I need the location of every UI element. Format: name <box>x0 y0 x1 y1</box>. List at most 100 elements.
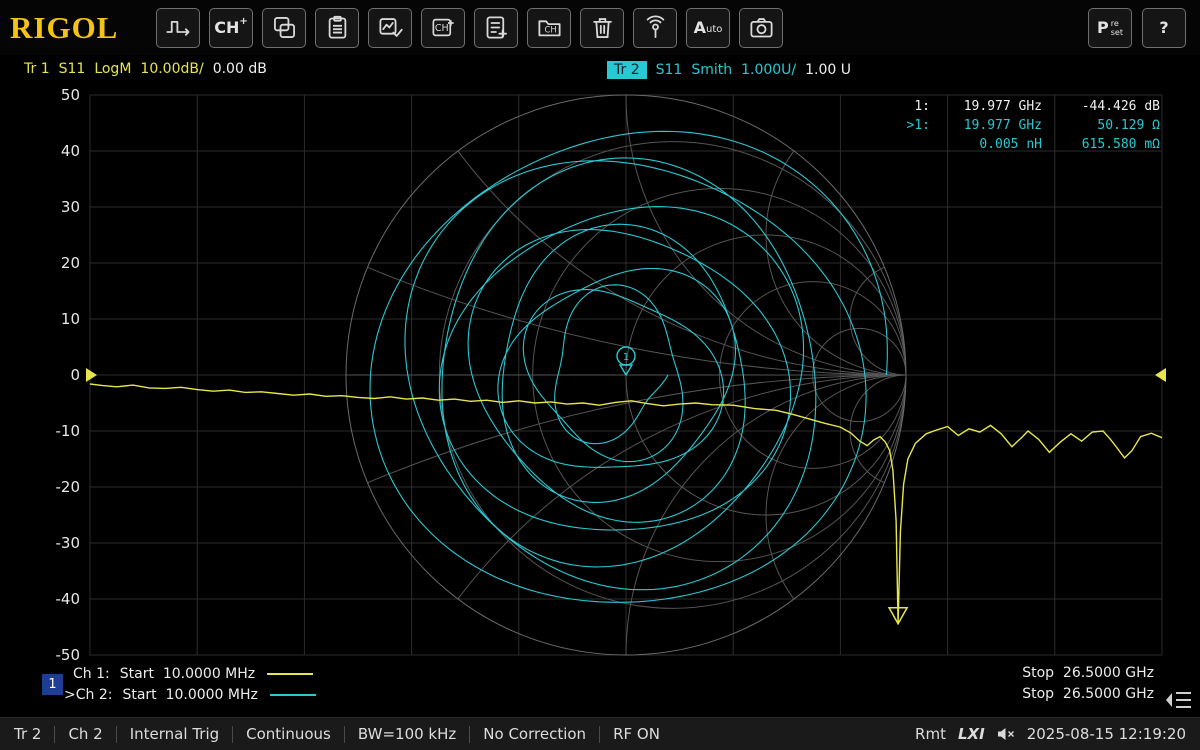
trace1-format: LogM <box>94 61 131 77</box>
toolbar-buttons: CH+CHCHAuto <box>156 8 783 48</box>
trace2-active-badge[interactable]: Tr 2 <box>607 61 647 79</box>
trace1-measurement: S11 <box>59 61 86 77</box>
status-item-internal-trig[interactable]: Internal Trig <box>130 725 219 743</box>
mute-icon[interactable] <box>997 727 1015 741</box>
clipboard-icon <box>324 14 351 41</box>
channel2-stop: Stop 26.5000 GHz <box>1022 684 1154 705</box>
add-channel-button[interactable]: CH+ <box>209 8 253 48</box>
preset-label: P <box>1097 18 1109 37</box>
status-item-ch-2[interactable]: Ch 2 <box>68 725 102 743</box>
screenshot-button[interactable] <box>739 8 783 48</box>
trace2-color-swatch <box>270 694 316 696</box>
menu-expand-icon[interactable] <box>1164 688 1194 712</box>
trash-icon <box>589 14 616 41</box>
add-list-button[interactable] <box>474 8 518 48</box>
svg-text:-30: -30 <box>56 534 81 552</box>
svg-text:-50: -50 <box>56 646 81 664</box>
svg-text:1: 1 <box>623 352 629 363</box>
help-button[interactable]: ? <box>1142 8 1186 48</box>
status-bar: Tr 2 Ch 2 Internal Trig Continuous BW=100 kH… <box>0 717 1200 750</box>
trace2-scale: 1.000U/ <box>741 62 796 78</box>
preset-stack: reset <box>1111 19 1123 37</box>
divider <box>232 726 233 743</box>
trace2-format: Smith <box>691 62 732 78</box>
svg-text:50: 50 <box>61 86 80 104</box>
status-items: Tr 2 Ch 2 Internal Trig Continuous BW=100 kH… <box>14 725 660 743</box>
divider <box>469 726 470 743</box>
trace-info-row: Tr 1 S11 LogM 10.00dB/ 0.00 dB Tr 2 S11 … <box>0 61 1200 83</box>
logmag-marker-1[interactable] <box>889 608 907 624</box>
touch-gesture-button[interactable] <box>633 8 677 48</box>
svg-text:30: 30 <box>61 198 80 216</box>
marker-readout-row: 0.005 nH615.580 mΩ <box>894 135 1160 154</box>
status-right: Rmt LXI 2025-08-15 12:19:20 <box>915 725 1186 743</box>
channel1-start: Start 10.0000 MHz <box>120 666 255 682</box>
trace-settings-button[interactable] <box>368 8 412 48</box>
svg-text:-10: -10 <box>56 422 81 440</box>
svg-text:40: 40 <box>61 142 80 160</box>
copy-channel-button[interactable]: CH <box>421 8 465 48</box>
status-item-rf-on[interactable]: RF ON <box>613 725 660 743</box>
rect-grid <box>90 95 1162 655</box>
divider <box>54 726 55 743</box>
touch-icon <box>642 14 669 41</box>
window-layout-button[interactable] <box>262 8 306 48</box>
chart-check-icon <box>377 14 404 41</box>
ref-level-arrow-left[interactable] <box>86 368 97 382</box>
svg-text:20: 20 <box>61 254 80 272</box>
add-channel-label: CH <box>214 18 239 37</box>
trace2-measurement: S11 <box>656 62 683 78</box>
measure-waveform-button[interactable] <box>156 8 200 48</box>
delete-button[interactable] <box>580 8 624 48</box>
trace2-info[interactable]: Tr 2 S11 Smith 1.000U/ 1.00 U <box>607 61 851 79</box>
folder-ch-icon: CH <box>536 14 563 41</box>
status-item-continuous[interactable]: Continuous <box>246 725 331 743</box>
auto-scale-button[interactable]: Auto <box>686 8 730 48</box>
preset-button[interactable]: Preset <box>1088 8 1132 48</box>
channel-row-1[interactable]: Ch 1: Start 10.0000 MHz <box>64 663 316 684</box>
waveform-icon <box>165 14 192 41</box>
svg-text:CH: CH <box>434 23 448 34</box>
status-item-bw-100-khz[interactable]: BW=100 kHz <box>358 725 456 743</box>
auto-scale-sub: uto <box>706 24 722 35</box>
channel1-name: Ch 1: <box>73 666 110 682</box>
auto-scale-label: A <box>694 18 706 37</box>
trace1-info[interactable]: Tr 1 S11 LogM 10.00dB/ 0.00 dB <box>24 61 267 77</box>
window-badge[interactable]: 1 <box>42 674 63 695</box>
status-item-tr-2[interactable]: Tr 2 <box>14 725 41 743</box>
svg-text:10: 10 <box>61 310 80 328</box>
y-axis-labels: 50 40 30 20 10 0 -10 -20 -30 -40 -50 <box>56 86 81 664</box>
status-item-no-correction[interactable]: No Correction <box>483 725 586 743</box>
layout-icon <box>271 14 298 41</box>
svg-text:-40: -40 <box>56 590 81 608</box>
smith-marker-1[interactable]: 1 <box>617 347 635 375</box>
svg-text:CH: CH <box>544 25 556 35</box>
channel-row-2[interactable]: >Ch 2: Start 10.0000 MHz <box>64 684 316 705</box>
datetime[interactable]: 2025-08-15 12:19:20 <box>1027 725 1186 743</box>
toolbar: RIGOL CH+CHCHAuto Preset? <box>0 0 1200 55</box>
channel-info: Ch 1: Start 10.0000 MHz >Ch 2: Start 10.… <box>64 663 316 705</box>
channel-folder-button[interactable]: CH <box>527 8 571 48</box>
trace1-scale: 10.00dB/ <box>140 61 203 77</box>
channel1-stop: Stop 26.5000 GHz <box>1022 663 1154 684</box>
remote-indicator: Rmt <box>915 725 946 743</box>
smith-trace <box>370 131 887 602</box>
lxi-indicator: LXI <box>958 725 985 743</box>
vna-screen: RIGOL CH+CHCHAuto Preset? Tr 1 S11 LogM … <box>0 0 1200 750</box>
trace1-label: Tr 1 <box>24 61 50 77</box>
channel2-name: >Ch 2: <box>64 687 112 703</box>
channel-stops: Stop 26.5000 GHz Stop 26.5000 GHz <box>1022 663 1154 705</box>
help-label: ? <box>1159 18 1168 37</box>
svg-text:0: 0 <box>70 366 80 384</box>
ref-level-arrow-right[interactable] <box>1155 368 1166 382</box>
channel2-start: Start 10.0000 MHz <box>122 687 257 703</box>
divider <box>344 726 345 743</box>
divider <box>599 726 600 743</box>
trace2-ref-level: 1.00 U <box>805 62 851 78</box>
toolbar-right-buttons: Preset? <box>1088 8 1190 48</box>
smith-outer-circle <box>346 95 906 655</box>
svg-text:-20: -20 <box>56 478 81 496</box>
marker-readout-row: 1:19.977 GHz-44.426 dB <box>894 97 1160 116</box>
trace1-ref-level: 0.00 dB <box>213 61 267 77</box>
measurement-list-button[interactable] <box>315 8 359 48</box>
